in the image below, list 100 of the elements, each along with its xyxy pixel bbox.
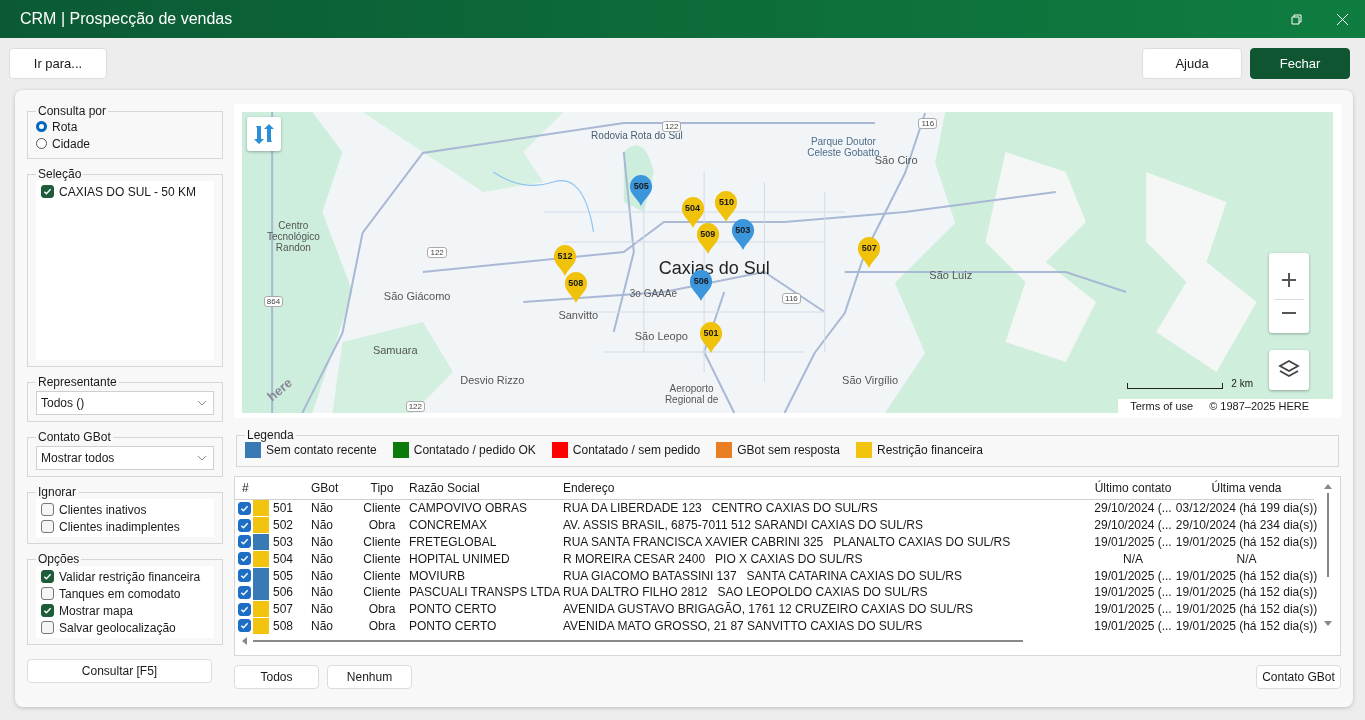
table-cell-text: RUA GIACOMO BATASSINI 137 SANTA CATARINA CAXIAS DO SUL/RS xyxy=(563,567,963,584)
map-pin[interactable]: 504 xyxy=(680,197,705,230)
rotate-button[interactable] xyxy=(247,117,281,151)
table-cell-text: 504 xyxy=(272,550,295,568)
road-shield: 116 xyxy=(918,118,938,129)
radio-button[interactable] xyxy=(36,138,47,149)
table-cell-text: Obra xyxy=(367,517,397,534)
column-header[interactable]: Último contato xyxy=(1087,477,1179,500)
go-to-button[interactable]: Ir para... xyxy=(9,47,107,79)
scale-label: 2 km xyxy=(1231,378,1253,389)
checkbox-label: Clientes inadimplentes xyxy=(59,519,180,534)
selection-item[interactable]: CAXIAS DO SUL - 50 KM xyxy=(59,184,196,199)
road-shield: 122 xyxy=(427,247,447,259)
check-icon xyxy=(43,572,52,581)
checkbox[interactable] xyxy=(41,587,54,600)
map-label: São Virgílio xyxy=(842,373,899,386)
table-cell-text: PONTO CERTO xyxy=(409,601,498,618)
group-title: Representante xyxy=(37,375,118,389)
column-header[interactable]: Razão Social xyxy=(409,477,563,500)
table-cell-text: PASCUALI TRANSPS LTDA xyxy=(409,584,562,601)
column-header[interactable]: Tipo xyxy=(355,477,409,500)
chevron-down-icon xyxy=(197,400,207,406)
map-pin[interactable]: 509 xyxy=(695,222,720,255)
checkbox[interactable] xyxy=(41,570,54,583)
minus-icon xyxy=(1282,311,1296,314)
map-pin[interactable]: 501 xyxy=(699,322,724,354)
column-header[interactable]: GBot xyxy=(311,477,355,500)
checkbox[interactable] xyxy=(237,501,251,515)
column-header[interactable]: Endereço xyxy=(563,477,1087,500)
road-shield: 864 xyxy=(263,295,284,307)
checkbox[interactable] xyxy=(41,185,54,198)
table-cell-text: 506 xyxy=(272,584,295,601)
table-cell-text: 505 xyxy=(272,567,295,584)
query-button[interactable]: Consultar [F5] xyxy=(27,659,212,683)
checkbox[interactable] xyxy=(41,621,54,634)
layers-button[interactable] xyxy=(1269,350,1309,390)
chevron-down-icon xyxy=(197,455,207,461)
table-cell-text: Não xyxy=(311,517,334,534)
map-label: 3o GAAAe xyxy=(628,288,678,300)
table-cell-text: 503 xyxy=(272,534,295,551)
checkbox[interactable] xyxy=(41,520,54,533)
zoom-control[interactable] xyxy=(1269,253,1309,333)
table-cell-text: 508 xyxy=(272,617,295,635)
map-pin[interactable]: 507 xyxy=(857,237,882,270)
group-title: Consulta por xyxy=(37,104,108,118)
check-icon xyxy=(43,606,52,615)
map-pin[interactable]: 503 xyxy=(730,219,755,252)
map-label: Sanvitto xyxy=(558,309,599,322)
table-cell-text: Cliente xyxy=(362,550,402,568)
copyright-text: © 1987–2025 HERE xyxy=(1209,400,1309,412)
checkbox[interactable] xyxy=(237,602,251,616)
map-label: São Leopo xyxy=(634,330,688,343)
map-label: Aeroporto Regional de xyxy=(663,382,720,405)
close-icon xyxy=(1336,13,1348,25)
checkbox[interactable] xyxy=(237,619,251,633)
table-cell-text: RUA DA LIBERDADE 123 CENTRO CAXIAS DO SUL/RS xyxy=(563,500,879,517)
gbot-contact-dropdown[interactable]: Mostrar todos xyxy=(36,446,214,470)
checkbox[interactable] xyxy=(41,604,54,617)
checkbox[interactable] xyxy=(237,535,251,549)
table-cell-text: Não xyxy=(311,584,334,601)
group-title: Legenda xyxy=(246,428,295,442)
close-dialog-button[interactable]: Fechar xyxy=(1250,47,1350,79)
table-cell-text: 507 xyxy=(272,601,295,618)
table-cell-text: FRETEGLOBAL xyxy=(409,534,498,551)
checkbox-label: Salvar geolocalização xyxy=(59,620,176,635)
checkbox[interactable] xyxy=(237,585,251,599)
column-header[interactable]: Última venda xyxy=(1179,477,1314,500)
checkbox[interactable] xyxy=(41,503,54,516)
radio-label: Rota xyxy=(52,119,78,134)
map-pin[interactable]: 510 xyxy=(714,191,739,224)
checkbox-label: Clientes inativos xyxy=(59,502,147,517)
table-cell-text: AVENIDA MATO GROSSO, 21 87 SANVITTO CAXIAS DO SUL/RS xyxy=(563,617,924,635)
checkbox[interactable] xyxy=(237,518,251,532)
select-all-button[interactable]: Todos xyxy=(234,665,319,689)
legend-label: Contatado / pedido OK xyxy=(413,443,536,457)
map-pin[interactable]: 505 xyxy=(629,175,654,208)
gbot-contact-button[interactable]: Contato GBot xyxy=(1256,665,1341,689)
legend-label: Contatado / sem pedido xyxy=(572,443,701,457)
map-label: São Giácomo xyxy=(383,289,451,302)
table-cell-text: Obra xyxy=(367,617,397,635)
table-cell-text: Cliente xyxy=(362,534,402,551)
map-label: Desvio Rizzo xyxy=(460,373,525,386)
checkbox[interactable] xyxy=(237,552,251,566)
map-pin[interactable]: 508 xyxy=(563,272,588,305)
map-logo: here xyxy=(264,374,296,405)
table-cell-text: R MOREIRA CESAR 2400 PIO X CAXIAS DO SUL/RS xyxy=(563,550,864,568)
terms-link[interactable]: Terms of use xyxy=(1130,400,1194,412)
checkbox[interactable] xyxy=(237,569,251,583)
select-none-button[interactable]: Nenhum xyxy=(327,665,412,689)
table-cell-text: AVENIDA GUSTAVO BRIGAGÃO, 1761 12 CRUZEIRO CAXIAS DO SUL/RS xyxy=(563,601,975,618)
checkbox-label: Mostrar mapa xyxy=(59,603,134,618)
checkbox-label: Tanques em comodato xyxy=(59,586,181,601)
table-cell-text: N/A xyxy=(1235,550,1258,568)
representative-dropdown[interactable]: Todos () xyxy=(36,391,214,415)
group-title: Contato GBot xyxy=(37,430,112,444)
help-button[interactable]: Ajuda xyxy=(1142,47,1242,79)
map-pin[interactable]: 512 xyxy=(552,244,577,277)
radio-button[interactable] xyxy=(36,121,47,132)
table-cell-text: HOPITAL UNIMED xyxy=(409,550,511,568)
table-cell-text: Não xyxy=(311,617,334,635)
